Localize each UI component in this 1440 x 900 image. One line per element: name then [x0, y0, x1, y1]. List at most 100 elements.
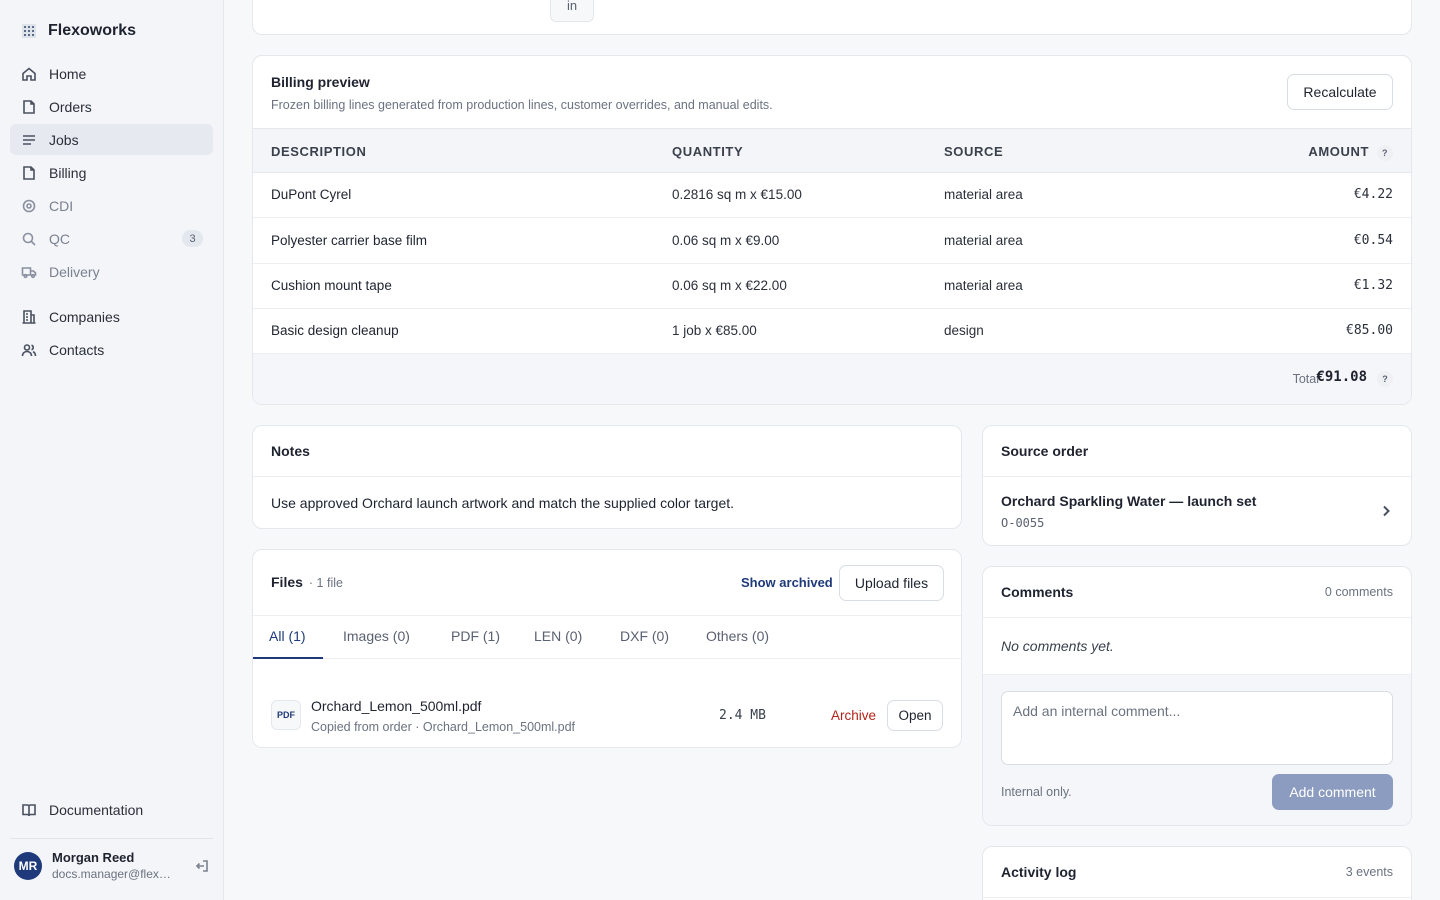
divider	[253, 476, 961, 477]
sidebar-item-label: Home	[49, 65, 87, 82]
add-comment-button[interactable]: Add comment	[1272, 774, 1393, 810]
building-logo-icon	[22, 24, 36, 38]
sidebar-item-home[interactable]: Home	[10, 58, 213, 89]
billing-totals: Total €91.08 ?	[253, 354, 1411, 404]
home-icon	[20, 65, 38, 83]
file-type-tabs: All (1) Images (0) PDF (1) LEN (0) DXF (…	[253, 615, 961, 659]
row-quantity: 0.06 sq m x €9.00	[672, 233, 780, 248]
building-icon	[20, 308, 38, 326]
activity-log-card: Activity log 3 events	[982, 846, 1412, 900]
sidebar-item-label: Billing	[49, 164, 87, 181]
sidebar-item-label: Delivery	[49, 263, 100, 280]
row-source: material area	[944, 278, 1023, 293]
sidebar-item-orders[interactable]: Orders	[10, 91, 213, 122]
source-order-title: Source order	[1001, 443, 1089, 459]
truck-icon	[20, 263, 38, 281]
help-icon[interactable]: ?	[1377, 144, 1393, 161]
users-icon	[20, 341, 38, 359]
show-archived-link[interactable]: Show archived	[741, 575, 833, 590]
column-header-source[interactable]: SOURCE	[944, 144, 1003, 159]
row-amount: €0.54	[1353, 233, 1393, 248]
row-description: Cushion mount tape	[271, 278, 392, 293]
list-icon	[20, 131, 38, 149]
comments-card: Comments 0 comments No comments yet. Int…	[982, 566, 1412, 826]
billing-preview-card: Billing preview Frozen billing lines gen…	[252, 55, 1412, 405]
row-source: material area	[944, 233, 1023, 248]
sidebar-item-label: Jobs	[49, 131, 79, 148]
column-header-amount: AMOUNT?	[1308, 144, 1393, 161]
sidebar-item-label: Documentation	[49, 801, 144, 818]
document-icon	[20, 164, 38, 182]
sidebar-item-documentation[interactable]: Documentation	[10, 794, 213, 825]
tab-len[interactable]: LEN (0)	[534, 628, 582, 644]
user-name: Morgan Reed	[52, 850, 135, 865]
tab-others[interactable]: Others (0)	[706, 628, 769, 644]
divider	[983, 476, 1411, 477]
documentation-link-wrap: Documentation	[10, 794, 213, 827]
comments-title: Comments	[1001, 584, 1074, 600]
activity-title: Activity log	[1001, 864, 1077, 880]
divider	[983, 897, 1411, 898]
row-source: material area	[944, 187, 1023, 202]
total-label: Total	[1292, 372, 1319, 386]
column-header-amount-label[interactable]: AMOUNT	[1308, 144, 1369, 159]
row-quantity: 0.06 sq m x €22.00	[672, 278, 787, 293]
notes-title: Notes	[271, 443, 310, 459]
column-header-quantity[interactable]: QUANTITY	[672, 144, 743, 159]
sidebar-item-label: QC	[49, 230, 70, 247]
sidebar-item-contacts[interactable]: Contacts	[10, 334, 213, 365]
book-icon	[20, 801, 38, 819]
file-row: PDF Orchard_Lemon_500ml.pdf Copied from …	[271, 698, 943, 734]
notes-text: Use approved Orchard launch artwork and …	[271, 495, 735, 511]
document-icon	[20, 98, 38, 116]
user-email: docs.manager@flexoworks.com	[52, 867, 176, 881]
comments-count: 0 comments	[1324, 585, 1393, 599]
open-file-button[interactable]: Open	[887, 700, 943, 731]
chevron-right-icon[interactable]	[1379, 504, 1393, 518]
archive-button[interactable]: Archive	[831, 708, 876, 723]
avatar[interactable]: MR	[14, 851, 42, 880]
logout-icon[interactable]	[194, 858, 210, 874]
sidebar-item-billing[interactable]: Billing	[10, 157, 213, 188]
row-description: Basic design cleanup	[271, 323, 399, 338]
tab-images[interactable]: Images (0)	[343, 628, 410, 644]
tab-pdf[interactable]: PDF (1)	[451, 628, 500, 644]
recalculate-button[interactable]: Recalculate	[1287, 74, 1393, 110]
active-tab-indicator	[253, 657, 323, 659]
row-description: DuPont Cyrel	[271, 187, 352, 202]
order-name-link[interactable]: Orchard Sparkling Water — launch set	[1001, 493, 1256, 509]
row-quantity: 0.2816 sq m x €15.00	[672, 187, 802, 202]
row-quantity: 1 job x €85.00	[672, 323, 757, 338]
table-row: Cushion mount tape 0.06 sq m x €22.00 ma…	[253, 264, 1411, 309]
files-count: · 1 file	[308, 576, 343, 590]
tab-dxf[interactable]: DXF (0)	[620, 628, 669, 644]
tab-all[interactable]: All (1)	[269, 628, 306, 644]
upload-files-button[interactable]: Upload files	[839, 565, 944, 601]
billing-subtitle: Frozen billing lines generated from prod…	[271, 98, 773, 112]
row-amount: €1.32	[1353, 278, 1393, 293]
sidebar: Flexoworks Home Orders Jobs Billing CDI …	[0, 0, 224, 900]
sidebar-item-jobs[interactable]: Jobs	[10, 124, 213, 155]
sidebar-item-qc[interactable]: QC 3	[10, 223, 213, 254]
file-name[interactable]: Orchard_Lemon_500ml.pdf	[311, 698, 481, 714]
billing-title: Billing preview	[271, 74, 370, 90]
sidebar-item-delivery[interactable]: Delivery	[10, 256, 213, 287]
row-amount: €85.00	[1346, 323, 1393, 338]
sidebar-item-label: CDI	[49, 197, 74, 214]
order-code: O-0055	[1001, 516, 1045, 530]
unit-chip[interactable]: in	[550, 0, 594, 22]
row-amount: €4.22	[1353, 187, 1393, 202]
sidebar-item-cdi[interactable]: CDI	[10, 190, 213, 221]
empty-comments-text: No comments yet.	[1001, 638, 1114, 654]
comment-input[interactable]	[1001, 691, 1393, 765]
brand[interactable]: Flexoworks	[20, 22, 136, 40]
help-icon[interactable]: ?	[1377, 371, 1393, 387]
sidebar-item-companies[interactable]: Companies	[10, 301, 213, 332]
sidebar-divider	[10, 838, 213, 839]
table-row: DuPont Cyrel 0.2816 sq m x €15.00 materi…	[253, 173, 1411, 218]
main-nav: Home Orders Jobs Billing CDI QC 3 Delive…	[10, 58, 213, 367]
search-icon	[20, 230, 38, 248]
file-size: 2.4 MB	[719, 708, 766, 723]
column-header-description[interactable]: DESCRIPTION	[271, 144, 366, 159]
